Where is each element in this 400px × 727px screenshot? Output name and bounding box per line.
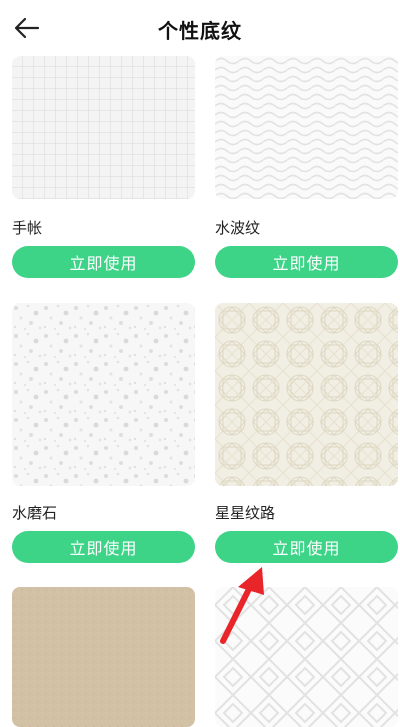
theme-name: 水波纹 bbox=[215, 219, 261, 237]
theme-preview-terrazzo[interactable] bbox=[12, 303, 195, 486]
theme-preview-waves[interactable] bbox=[215, 56, 398, 199]
use-now-button[interactable]: 立即使用 bbox=[12, 531, 195, 563]
use-now-button[interactable]: 立即使用 bbox=[215, 531, 398, 563]
top-bar: 个性底纹 bbox=[0, 0, 400, 56]
page-title: 个性底纹 bbox=[158, 19, 242, 43]
use-now-button[interactable]: 立即使用 bbox=[215, 246, 398, 278]
theme-name: 星星纹路 bbox=[215, 504, 276, 522]
theme-name: 水磨石 bbox=[12, 504, 58, 522]
theme-preview-grid[interactable] bbox=[12, 56, 195, 199]
use-now-button[interactable]: 立即使用 bbox=[12, 246, 195, 278]
red-pointer-arrow-icon bbox=[220, 567, 264, 644]
theme-preview-kraft[interactable] bbox=[12, 587, 195, 727]
theme-preview-stars[interactable] bbox=[215, 303, 398, 486]
theme-name: 手帐 bbox=[12, 219, 43, 237]
